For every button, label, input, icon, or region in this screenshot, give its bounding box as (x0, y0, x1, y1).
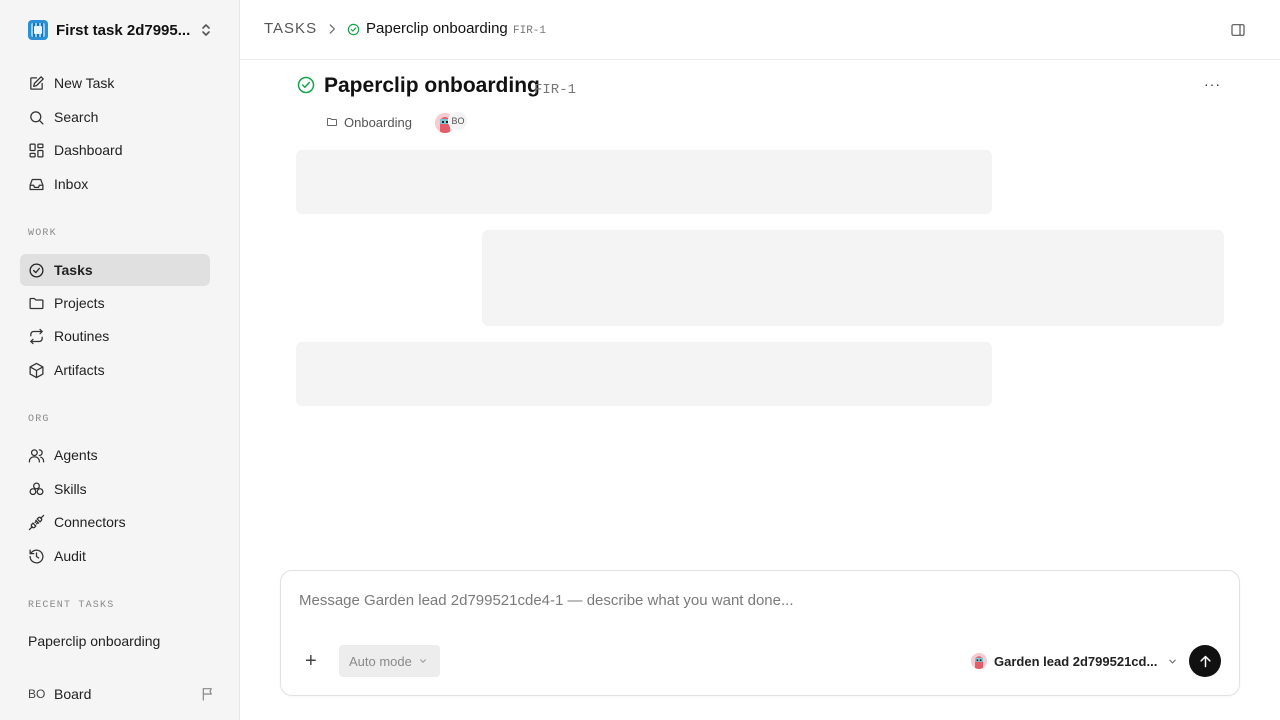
nav-label: New Task (54, 75, 115, 91)
nav-artifacts[interactable]: Artifacts (20, 354, 210, 386)
agent-name: Garden lead 2d799521cd... (994, 653, 1158, 669)
panel-toggle-icon[interactable] (1230, 22, 1246, 38)
nav-agents[interactable]: Agents (20, 439, 210, 471)
check-circle-icon (29, 262, 44, 278)
skills-icon (29, 481, 44, 495)
nav-label: Agents (54, 447, 98, 463)
sidebar: First task 2d7995... New Task Search Das… (0, 0, 240, 720)
section-label-recent: RECENT TASKS (28, 600, 115, 611)
mode-label: Auto mode (349, 653, 412, 669)
section-label-work: WORK (28, 228, 57, 239)
nav-label: Projects (54, 295, 105, 311)
workspace-switcher[interactable]: First task 2d7995... (28, 19, 218, 41)
arrow-up-icon (1199, 655, 1211, 667)
nav-label: Dashboard (54, 142, 123, 158)
add-attachment-button[interactable]: + (305, 651, 317, 671)
dashboard-icon (29, 142, 44, 158)
nav-inbox[interactable]: Inbox (20, 168, 210, 200)
nav-label: Skills (54, 481, 87, 497)
message-composer: + Auto mode Garden lead 2d799521cd... (280, 570, 1240, 696)
mode-select[interactable]: Auto mode (339, 645, 440, 677)
search-icon (30, 110, 44, 125)
status-done-icon (347, 23, 360, 36)
chevron-down-icon (1169, 659, 1177, 664)
agent-avatar (971, 653, 987, 669)
users-icon (28, 448, 45, 463)
nav-audit[interactable]: Audit (20, 540, 210, 572)
nav-tasks[interactable]: Tasks (20, 254, 210, 286)
recent-task-item[interactable]: Paperclip onboarding (28, 633, 160, 649)
breadcrumb-id: FIR-1 (513, 25, 547, 37)
task-status-icon[interactable] (297, 76, 315, 94)
agent-selector[interactable]: Garden lead 2d799521cd... (971, 651, 1178, 671)
chevron-up-down-icon (202, 24, 210, 36)
box-icon (29, 362, 44, 378)
message-input[interactable] (299, 592, 1199, 609)
nav-routines[interactable]: Routines (20, 320, 210, 352)
send-button[interactable] (1189, 645, 1221, 677)
board-user[interactable]: BO Board (28, 684, 218, 704)
workspace-name: First task 2d7995... (56, 21, 191, 39)
nav-connectors[interactable]: Connectors (20, 506, 210, 538)
edit-icon (30, 75, 44, 90)
top-bar: TASKS Paperclip onboarding FIR-1 (240, 0, 1280, 60)
nav-label: Routines (54, 328, 110, 344)
nav-new-task[interactable]: New Task (20, 67, 210, 99)
nav-label: Inbox (54, 176, 89, 192)
nav-search[interactable]: Search (20, 101, 210, 133)
breadcrumb-tasks[interactable]: TASKS (264, 20, 317, 37)
nav-label: Connectors (54, 514, 126, 530)
project-chip[interactable]: Onboarding (322, 111, 416, 133)
folder-icon (29, 297, 44, 309)
workspace-logo (28, 20, 48, 40)
nav-label: Search (54, 109, 99, 125)
project-name: Onboarding (344, 114, 412, 130)
avatar: BO (28, 687, 46, 701)
inbox-icon (29, 178, 44, 190)
nav-dashboard[interactable]: Dashboard (20, 134, 210, 166)
plug-icon (28, 514, 45, 530)
board-name: Board (54, 686, 92, 702)
breadcrumb-current: Paperclip onboarding (366, 20, 508, 37)
nav-projects[interactable]: Projects (20, 287, 210, 319)
task-id: FIR-1 (534, 82, 577, 98)
section-label-org: ORG (28, 414, 50, 425)
loading-skeleton (296, 150, 992, 214)
assignees[interactable]: BO (435, 111, 475, 135)
nav-label: Tasks (54, 262, 93, 278)
repeat-icon (30, 328, 43, 344)
loading-skeleton (482, 230, 1224, 326)
chevron-right-icon (329, 24, 336, 34)
task-title[interactable]: Paperclip onboarding (324, 74, 540, 98)
nav-label: Artifacts (54, 362, 105, 378)
nav-label: Audit (54, 548, 86, 564)
loading-skeleton (296, 342, 992, 406)
folder-icon (327, 118, 337, 126)
history-icon (29, 548, 44, 564)
flag-icon[interactable] (200, 686, 216, 702)
board-avatar: BO (448, 111, 468, 131)
chevron-down-icon (419, 659, 426, 663)
nav-skills[interactable]: Skills (20, 473, 210, 505)
more-options-button[interactable]: ··· (1204, 76, 1221, 92)
